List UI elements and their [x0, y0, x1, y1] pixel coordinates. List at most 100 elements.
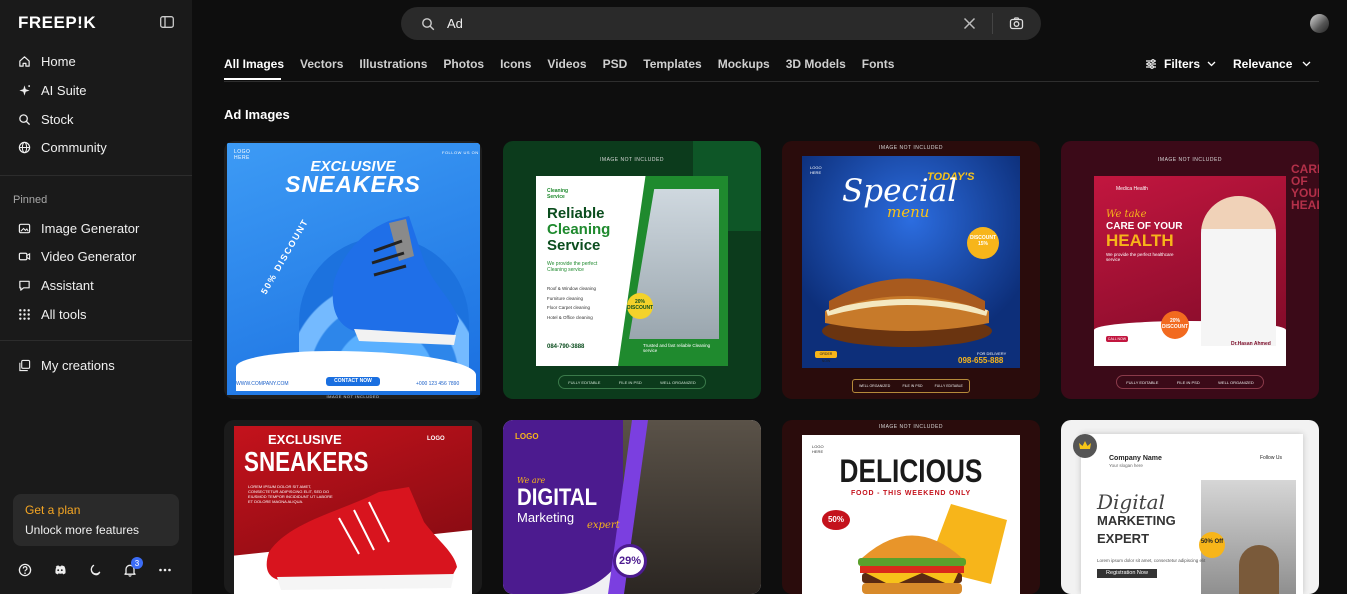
result-card[interactable]: LOGO HERE FOLLOW US ON EXCLUSIVE SNEAKER… [224, 141, 482, 399]
sidebar-item-video-generator[interactable]: Video Generator [18, 246, 136, 266]
home-icon [19, 55, 30, 67]
sidebar-divider [0, 175, 192, 176]
card-footer: FULLY EDITABLE FILE IN PSD WELL ORGANIZE… [558, 375, 706, 389]
card-follow-text: FOLLOW US ON [442, 150, 479, 155]
premium-crown-icon [1073, 434, 1097, 458]
card-logo-text: LOGO HERE [810, 165, 822, 175]
result-card[interactable]: IMAGE NOT INCLUDED LOGO HERE TODAY'S Spe… [782, 141, 1040, 399]
sidebar-item-community[interactable]: Community [18, 137, 107, 157]
card-top-note: IMAGE NOT INCLUDED [879, 424, 943, 430]
sidebar-item-image-generator[interactable]: Image Generator [18, 218, 139, 238]
result-card[interactable]: LOGO We are DIGITAL Marketing expert 29% [503, 420, 761, 594]
more-icon[interactable] [158, 563, 172, 577]
sliders-icon [1146, 59, 1156, 69]
freepik-logo[interactable]: FREEP!K [18, 13, 96, 33]
card-subtitle: Lorem ipsum dolor sit amet, consectetur … [1097, 558, 1206, 563]
sidebar-item-label: Video Generator [41, 248, 137, 264]
footer-item: FILE IN PSD [902, 384, 923, 388]
tab-mockups[interactable]: Mockups [718, 57, 770, 71]
sidebar-item-my-creations[interactable]: My creations [18, 355, 115, 375]
card-brand-sub: Your slogan here [1109, 463, 1143, 468]
filters-label: Filters [1164, 57, 1201, 71]
tab-templates[interactable]: Templates [643, 57, 701, 71]
card-title3: expert [587, 520, 620, 531]
card-phone: +000 123 456 7890 [416, 381, 460, 387]
results-heading: Ad Images [224, 107, 290, 122]
discord-icon[interactable] [53, 563, 67, 577]
card-badge: DISCOUNT 15% [967, 227, 999, 259]
card-bottom-note: IMAGE NOT INCLUDED [326, 394, 380, 399]
clear-search-icon[interactable] [963, 17, 976, 30]
card-cta: ORDER NOW [815, 351, 837, 363]
chat-icon [19, 280, 30, 291]
tab-illustrations[interactable]: Illustrations [359, 57, 427, 71]
result-card[interactable]: IMAGE NOT INCLUDED LOGO HERE DELICIOUS F… [782, 420, 1040, 594]
sidebar-item-home[interactable]: Home [18, 51, 76, 71]
filters-button[interactable]: Filters [1145, 57, 1216, 71]
sneaker-image [266, 487, 457, 590]
sandwich-image [822, 278, 992, 347]
tab-fonts[interactable]: Fonts [862, 57, 895, 71]
result-card[interactable]: EXCLUSIVE SNEAKERS LOGO LOREM IPSUM DOLO… [224, 420, 482, 594]
result-card[interactable]: IMAGE NOT INCLUDED Cleaning Service Reli… [503, 141, 761, 399]
card-title3: HEALTH [1106, 231, 1174, 250]
card-badge: 29% [613, 544, 647, 578]
tab-videos[interactable]: Videos [547, 57, 586, 71]
sidebar-item-label: Image Generator [41, 220, 140, 236]
tab-icons[interactable]: Icons [500, 57, 531, 71]
card-feature-list: Roof & Window cleaning Furniture cleanin… [547, 284, 596, 322]
sidebar-item-label: Home [41, 53, 76, 69]
tab-3d-models[interactable]: 3D Models [786, 57, 846, 71]
sidebar-item-assistant[interactable]: Assistant [18, 275, 94, 295]
list-item: Roof & Window cleaning [547, 286, 597, 291]
card-title2: SNEAKERS [244, 446, 369, 477]
sidebar-item-ai-suite[interactable]: AI Suite [18, 80, 87, 100]
sidebar: FREEP!K Home AI Suite Stock Community Pi… [0, 0, 192, 594]
card-title3: menu [887, 203, 930, 221]
chevron-down-icon [1207, 61, 1216, 67]
sidebar-footer: 3 [18, 557, 172, 577]
pinned-section-label: Pinned [13, 194, 48, 206]
footer-item: FULLY EDITABLE [934, 384, 963, 388]
card-title2: Cleaning [547, 221, 611, 238]
sidebar-divider [0, 340, 192, 341]
card-follow-text: Follow Us [1260, 455, 1282, 461]
sidebar-item-all-tools[interactable]: All tools [18, 304, 87, 324]
tab-vectors[interactable]: Vectors [300, 57, 343, 71]
sidebar-item-stock[interactable]: Stock [18, 109, 74, 129]
layers-icon [19, 359, 31, 371]
sparkle-icon [19, 84, 31, 96]
tab-photos[interactable]: Photos [443, 57, 484, 71]
active-tab-indicator [224, 78, 281, 80]
moon-icon[interactable] [88, 563, 102, 577]
card-cta: CALL NOW [1106, 336, 1128, 342]
help-icon[interactable] [18, 563, 32, 577]
sneaker-image [332, 216, 459, 345]
result-card[interactable]: IMAGE NOT INCLUDED CARE OF YOUR HEALTH M… [1061, 141, 1319, 399]
card-footer: FULLY EDITABLE FILE IN PSD WELL ORGANIZE… [1116, 375, 1264, 389]
tab-psd[interactable]: PSD [603, 57, 628, 71]
notifications-button[interactable]: 3 [123, 557, 143, 577]
card-subtitle: FOOD - THIS WEEKEND ONLY [850, 490, 972, 497]
card-title2: SNEAKERS [285, 171, 421, 197]
card-title3: Service [547, 237, 601, 254]
card-title: DELICIOUS [839, 453, 983, 489]
list-item: Furniture cleaning [547, 295, 584, 301]
sort-dropdown[interactable]: Relevance [1233, 57, 1311, 71]
card-title2: Marketing [517, 510, 575, 525]
sidebar-toggle-icon[interactable] [160, 16, 174, 28]
card-title: EXCLUSIVE [268, 432, 342, 447]
footer-item: WELL ORGANIZED [1218, 379, 1254, 385]
card-brand: Medica Health [1116, 186, 1148, 192]
card-bg-text: CARE OF YOUR HEALTH [1291, 162, 1319, 212]
card-brand: Company Name [1109, 455, 1162, 462]
camera-search-icon[interactable] [1009, 16, 1024, 31]
get-plan-card[interactable]: Get a plan Unlock more features [13, 494, 179, 546]
card-doctor-name: Dr.Hasan Ahmed [1231, 341, 1271, 347]
footer-item: WELL ORGANIZED [859, 384, 891, 388]
search-input[interactable] [447, 14, 927, 33]
tab-all-images[interactable]: All Images [224, 57, 284, 71]
card-title: DIGITAL [517, 484, 598, 511]
avatar[interactable] [1310, 14, 1329, 33]
result-card[interactable]: Company Name Your slogan here Follow Us … [1061, 420, 1319, 594]
